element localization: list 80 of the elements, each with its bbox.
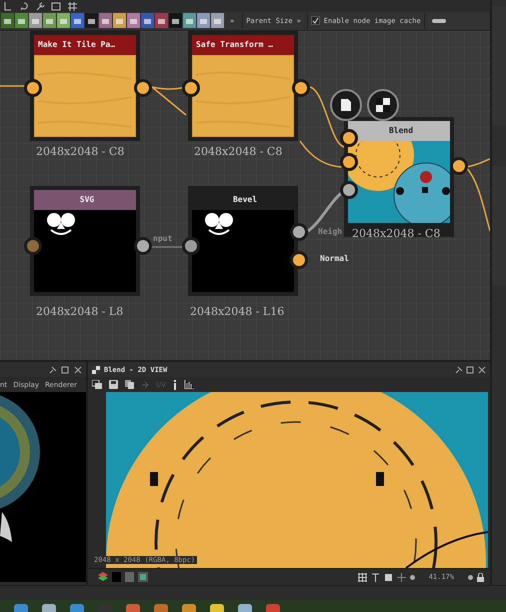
swatch-icon[interactable] [112, 572, 121, 582]
output-pin[interactable] [134, 78, 152, 97]
pin-icon[interactable] [454, 366, 462, 374]
color-channels-icon[interactable] [138, 572, 148, 582]
cache-checkbox[interactable] [310, 16, 320, 26]
layers-icon[interactable] [98, 572, 108, 582]
node-resolution: 2048x2048 - L16 [190, 304, 284, 318]
input-pin[interactable] [24, 78, 42, 97]
taskbar-app-icon[interactable] [210, 604, 224, 612]
node-tool-icon[interactable] [57, 13, 70, 28]
output-pin[interactable] [290, 222, 308, 241]
node-tool-icon[interactable] [85, 13, 98, 28]
graph-node[interactable]: Safe Transform … [188, 30, 298, 141]
center-icon[interactable] [396, 572, 406, 582]
grid-icon[interactable] [67, 0, 77, 11]
node-title: SVG [34, 190, 136, 210]
node-tool-icon[interactable] [99, 13, 112, 28]
document-icon[interactable] [330, 88, 362, 121]
graph-node[interactable]: Make It Tile Pa… [30, 30, 140, 141]
taskbar-app-icon[interactable] [126, 604, 140, 612]
output-pin[interactable] [292, 78, 310, 97]
checker-icon [92, 366, 100, 374]
pin-label: Normal [320, 254, 349, 263]
input-pin[interactable] [24, 236, 42, 255]
taskbar-app-icon[interactable] [154, 604, 168, 612]
taskbar-app-icon[interactable] [14, 604, 28, 612]
pin-label: Heigh [318, 226, 342, 236]
node-resolution: 2048x2048 - C8 [36, 144, 124, 158]
info-icon[interactable] [172, 380, 177, 390]
node-resolution: 2048x2048 - L8 [36, 304, 124, 318]
output-pin[interactable] [134, 236, 152, 255]
maximize-icon[interactable] [61, 366, 69, 374]
node-title: Bevel [232, 194, 258, 206]
link-icon[interactable] [432, 18, 446, 24]
lock-icon[interactable] [477, 572, 484, 582]
layers-icon[interactable] [92, 380, 102, 389]
output-pin[interactable] [290, 250, 308, 269]
taskbar-app-icon[interactable] [70, 604, 84, 612]
histogram-icon[interactable] [184, 380, 194, 389]
node-resolution: 2048x2048 - C8 [194, 144, 282, 158]
node-tool-icon[interactable] [113, 13, 126, 28]
node-tool-icon[interactable] [169, 13, 182, 28]
node-tool-icon[interactable] [183, 13, 196, 28]
wrench-icon[interactable] [35, 0, 45, 11]
graph-node[interactable]: Bevel [188, 186, 298, 296]
node-tool-icon[interactable] [197, 13, 210, 28]
input-pin[interactable] [182, 236, 200, 255]
close-icon[interactable] [478, 366, 486, 374]
output-pin[interactable] [450, 156, 468, 175]
cursor-icon[interactable] [3, 0, 13, 11]
grid-icon[interactable] [358, 572, 367, 582]
node-tool-icon[interactable] [15, 13, 28, 28]
node-title: Make It Tile Pa… [34, 34, 136, 55]
taskbar-app-icon[interactable] [42, 604, 56, 612]
node-tool-icon[interactable] [127, 13, 140, 28]
pin-label: nput [153, 234, 172, 243]
fit-icon[interactable] [384, 572, 393, 582]
node-tool-icon[interactable] [155, 13, 168, 28]
copy-icon[interactable] [125, 380, 134, 389]
node-tool-icon[interactable] [29, 13, 42, 28]
lasso-icon[interactable] [19, 0, 29, 11]
node-title: Safe Transform … [192, 34, 294, 55]
swatch-icon[interactable] [125, 572, 134, 582]
node-tool-icon[interactable] [211, 13, 224, 28]
checker-icon[interactable] [367, 88, 399, 121]
input-pin[interactable] [182, 78, 200, 97]
node-title: Blend [348, 120, 450, 141]
graph-node[interactable]: SVG [30, 186, 140, 296]
close-icon[interactable] [74, 366, 82, 374]
node-resolution: 2048x2048 - C8 [352, 226, 440, 240]
taskbar-app-icon[interactable] [182, 604, 196, 612]
taskbar-app-icon[interactable] [238, 604, 252, 612]
node-tool-icon[interactable] [71, 13, 84, 28]
frame-icon[interactable] [51, 0, 61, 11]
pin-icon[interactable] [48, 366, 56, 374]
node-tool-icon[interactable] [1, 13, 14, 28]
save-icon[interactable] [109, 380, 118, 389]
node-tool-icon[interactable] [141, 13, 154, 28]
maximize-icon[interactable] [466, 366, 474, 374]
node-tool-icon[interactable] [43, 13, 56, 28]
